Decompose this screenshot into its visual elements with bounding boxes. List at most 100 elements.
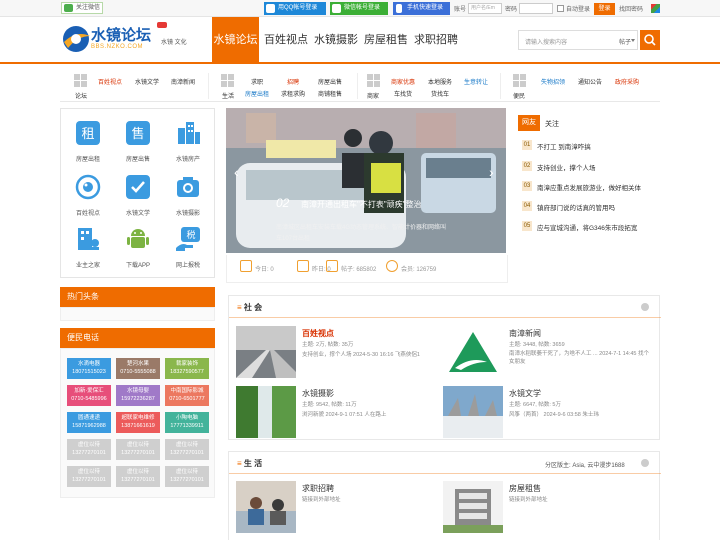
grid-item-viewpoint[interactable]: 百姓视点 <box>63 169 113 223</box>
hot-post-title[interactable]: 镇府部门说的话真的管用吗 <box>537 202 615 212</box>
search-placeholder: 请输入搜索内容 <box>525 40 568 46</box>
password-input[interactable] <box>519 3 553 14</box>
quick-link[interactable]: 水镜文学 <box>135 77 159 86</box>
qq-login-button[interactable]: 用QQ帐号登录 <box>264 2 326 15</box>
collapse-icon[interactable] <box>641 303 649 311</box>
phone-tile[interactable]: 圆通速递 15871962988 <box>67 412 111 433</box>
calendar-icon <box>297 260 309 272</box>
grid-item-app[interactable]: 下载APP <box>113 221 163 275</box>
tab-netizen[interactable]: 网友 <box>518 115 540 131</box>
phone-tile[interactable]: 虚位以待 13277270101 <box>165 466 209 487</box>
forum-last-post[interactable]: 支持创业，撑个人场 2024-5-30 16:16 飞燕俠侶1 <box>302 350 444 358</box>
forum-last-post[interactable]: 浏河新貌 2024-9-1 07:51 人在路上 <box>302 410 444 418</box>
news-slider[interactable]: ‹ › 02 南漳开通出租车"不打表"顽疾"整治 南漳城区出租车安装车载4G动态… <box>226 108 506 253</box>
follow-wechat-button[interactable]: 关注微信 <box>61 2 104 14</box>
nav-jobs[interactable]: 求职招聘 <box>413 17 459 62</box>
forum-title[interactable]: 水镜摄影 <box>302 388 334 399</box>
quick-link[interactable]: 政府采购 <box>615 77 639 86</box>
phone-tile[interactable]: 虚位以待 13277270101 <box>165 439 209 460</box>
quick-link[interactable]: 通知公告 <box>578 77 602 86</box>
phone-tile[interactable]: 水镜母婴 15972236287 <box>116 385 160 406</box>
login-button[interactable]: 登录 <box>594 3 615 15</box>
quick-link[interactable]: 失物招领 <box>541 77 565 86</box>
forum-card[interactable]: 水镜摄影 主题: 9542, 帖数: 11万 浏河新貌 2024-9-1 07:… <box>236 386 444 438</box>
forum-title[interactable]: 百姓视点 <box>302 328 334 339</box>
quick-link[interactable]: 商铺租售 <box>318 89 342 98</box>
quick-link[interactable]: 货找车 <box>431 89 449 98</box>
nav-housing[interactable]: 房屋租售 <box>363 17 409 62</box>
search-button[interactable] <box>640 30 660 50</box>
quick-link[interactable]: 商家优惠 <box>391 77 415 86</box>
grid-item-rent[interactable]: 租 房屋出租 <box>63 115 113 169</box>
wechat-login-button[interactable]: 微信帐号登录 <box>330 2 388 15</box>
hot-post-title[interactable]: 支持创业，撑个人场 <box>537 162 596 172</box>
phone-tile[interactable]: 虚位以待 13277270101 <box>67 439 111 460</box>
quick-label-life: 生活 <box>222 94 235 100</box>
phone-tile[interactable]: 虚位以待 13277270101 <box>116 466 160 487</box>
grid-label: 水镜房产 <box>175 157 200 163</box>
quick-link[interactable]: 车找货 <box>394 89 412 98</box>
forgot-password-link[interactable]: 找回密码 <box>619 4 643 13</box>
tab-follow[interactable]: 关注 <box>545 119 559 129</box>
forum-last-post[interactable]: 南漳水稻联萎干死了，为啥不人工 ... 2024-7-1 14:45 找个女朋友 <box>509 350 651 370</box>
phone-tile[interactable]: 超联家电维修 13871661619 <box>116 412 160 433</box>
phone-tile[interactable]: 水滴电器 18071515023 <box>67 358 111 379</box>
phone-tile[interactable]: 小陶电脑 17771339911 <box>165 412 209 433</box>
forum-card[interactable]: 南漳新闻 主题: 3448, 帖数: 3659 南漳水稻联萎干死了，为啥不人工 … <box>443 326 651 378</box>
category-icon-grid: 租 房屋出租 售 房屋出售 水镜房产 百姓视点 水镜文学 水镜摄影 业主之家 下… <box>60 108 215 278</box>
quick-link[interactable]: 南漳新闻 <box>171 77 195 86</box>
quick-link[interactable]: 求职 <box>251 77 263 86</box>
grid-item-owner[interactable]: 业主之家 <box>63 221 113 275</box>
nav-viewpoint[interactable]: 百姓视点 <box>263 17 309 62</box>
forum-title[interactable]: 求职招聘 <box>302 483 334 494</box>
phone-tile[interactable]: 虚位以待 13277270101 <box>67 466 111 487</box>
quick-link[interactable]: 百姓视点 <box>98 77 122 86</box>
phone-tile[interactable]: 楚河水果 0710-5555088 <box>116 358 160 379</box>
phone-tile[interactable]: 加新·爱保汇 0710-5485996 <box>67 385 111 406</box>
grid-item-realestate[interactable]: 水镜房产 <box>163 115 213 169</box>
forum-card[interactable]: 水镜文学 主题: 6647, 帖数: 5万 风筝（两首） 2024-9-6 03… <box>443 386 651 438</box>
account-input[interactable]: 用户名/Em <box>468 3 502 14</box>
phone-tile[interactable]: 裁家装饰 18327590577 <box>165 358 209 379</box>
forum-card[interactable]: 房屋租售 链接到外部地址 <box>443 481 651 533</box>
quick-link[interactable]: 求租求购 <box>281 89 305 98</box>
grid-item-sale[interactable]: 售 房屋出售 <box>113 115 163 169</box>
phone-login-button[interactable]: 手机快速登录 <box>393 2 450 15</box>
hot-post-title[interactable]: 南漳应重点发展旅游业，做好相关体 <box>537 182 641 192</box>
phone-tile[interactable]: 虚位以待 13277270101 <box>116 439 160 460</box>
auto-login-checkbox[interactable] <box>557 5 564 12</box>
forum-title[interactable]: 南漳新闻 <box>509 328 541 339</box>
nav-photography[interactable]: 水镜摄影 <box>313 17 359 62</box>
forum-title[interactable]: 房屋租售 <box>509 483 541 494</box>
hot-post-title[interactable]: 应与宣城沟通，将G346朱市段拓宽 <box>537 222 637 232</box>
forum-last-post[interactable]: 风筝（两首） 2024-9-6 03:58 朱士玮 <box>509 410 651 418</box>
literature-icon <box>126 175 150 199</box>
palette-icon[interactable] <box>651 4 660 13</box>
grid-item-photo[interactable]: 水镜摄影 <box>163 169 213 223</box>
search-scope-select[interactable]: 帖子 <box>619 37 631 46</box>
forum-title[interactable]: 水镜文学 <box>509 388 541 399</box>
top-bar: 关注微信 用QQ帐号登录 微信帐号登录 手机快速登录 账号 用户名/Em 密码 … <box>0 0 720 17</box>
nav-bbs[interactable]: 水镜论坛 <box>212 17 259 62</box>
slider-caption-title[interactable]: 南漳开通出租车"不打表"顽疾"整治 <box>301 199 422 210</box>
stat-posts-value: 帖子: 685802 <box>341 267 377 273</box>
quick-link[interactable]: 房屋出租 <box>245 89 269 98</box>
hot-post-title[interactable]: 不打工 到南漳咋搞 <box>537 141 591 151</box>
collapse-icon[interactable] <box>641 459 649 467</box>
document-icon <box>326 260 338 272</box>
quick-link[interactable]: 生意转让 <box>464 77 488 86</box>
phone-tile[interactable]: 中南国际影城 0710-6501777 <box>165 385 209 406</box>
slider-next-arrow[interactable]: › <box>489 164 494 180</box>
grid-item-tax[interactable]: 税 网上报税 <box>163 221 213 275</box>
quick-link[interactable]: 房屋出售 <box>318 77 342 86</box>
section-moderators[interactable]: 分区版主: Asia, 云中漫步1688 <box>545 460 625 469</box>
quick-link[interactable]: 本地服务 <box>428 77 452 86</box>
grid-item-literature[interactable]: 水镜文学 <box>113 169 163 223</box>
forum-card[interactable]: 百姓视点 主题: 2万, 帖数: 35万 支持创业，撑个人场 2024-5-30… <box>236 326 444 378</box>
owner-icon <box>78 228 99 250</box>
forum-card[interactable]: 求职招聘 链接到外部地址 <box>236 481 444 533</box>
site-logo[interactable]: 水镜论坛 BBS.NZKO.COM <box>60 22 170 56</box>
quick-link[interactable]: 招聘 <box>287 77 299 86</box>
search-input[interactable]: 请输入搜索内容 帖子 <box>518 30 638 50</box>
slider-prev-arrow[interactable]: ‹ <box>234 164 239 180</box>
